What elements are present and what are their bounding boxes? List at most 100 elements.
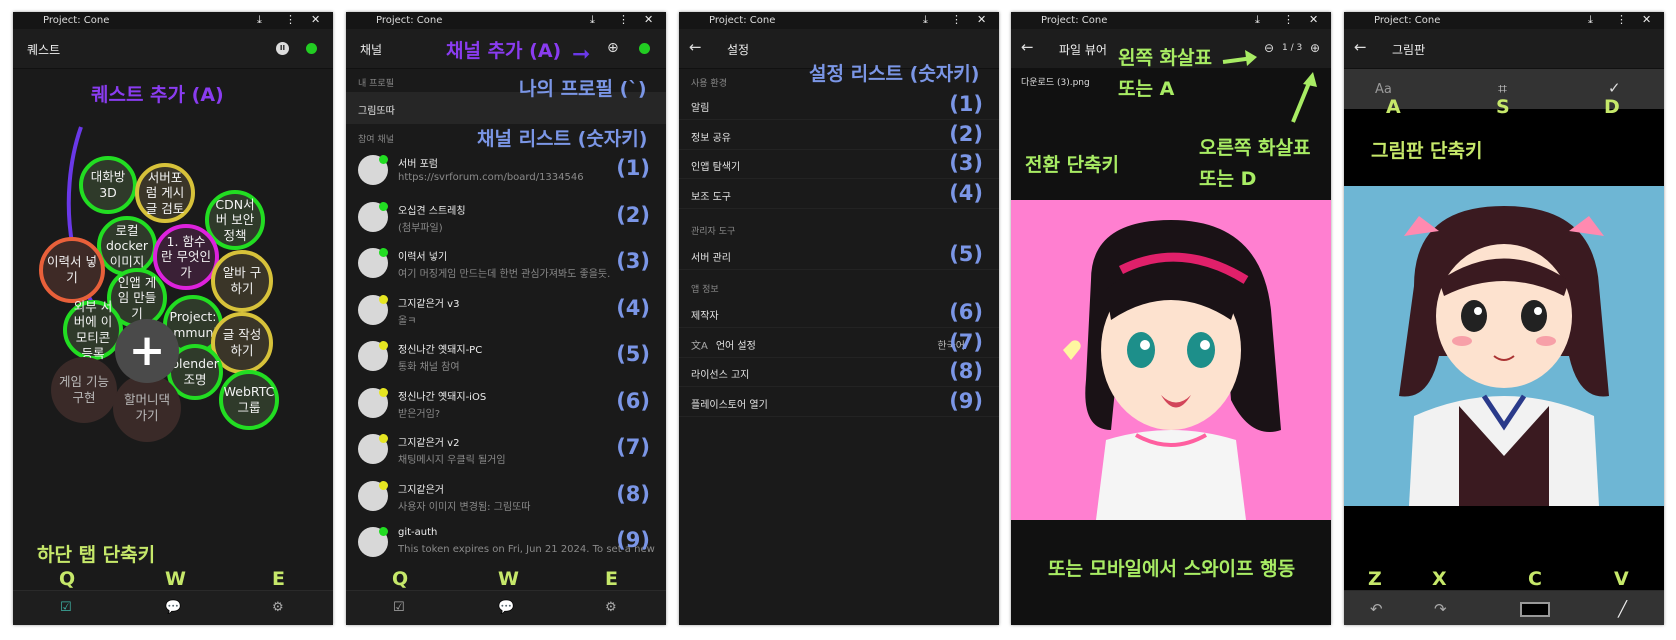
quest-bubble[interactable]: 1. 함수란 무엇인가 bbox=[153, 224, 219, 290]
app-title: Project: Cone bbox=[1041, 15, 1108, 26]
back-arrow-icon[interactable]: ← bbox=[689, 38, 702, 56]
settings-row[interactable]: 플레이스토어 열기 (9) bbox=[679, 387, 999, 417]
status-indicator bbox=[306, 43, 317, 54]
channel-row[interactable]: 서버 포럼 https://svrforum.com/board/1334546 (… bbox=[346, 148, 666, 194]
settings-row[interactable]: 라이선스 고지 (8) bbox=[679, 357, 999, 387]
key-e: E bbox=[272, 568, 285, 590]
text-tool-icon[interactable]: Aa bbox=[1375, 82, 1392, 97]
quest-bubble[interactable]: 대화방 3D bbox=[79, 156, 137, 214]
quest-label: 1. 함수란 무엇인가 bbox=[161, 233, 211, 280]
channel-window: Project: Cone ⤓ ⋮ ✕ 채널 ⊕ 채널 추가 (A) ➞ 내 프… bbox=[346, 12, 666, 625]
channel-shortcut: (6) bbox=[616, 388, 650, 413]
back-arrow-icon[interactable]: ← bbox=[1021, 38, 1034, 56]
settings-row[interactable]: 제작자 (6) bbox=[679, 298, 999, 328]
channel-last-message: 받은거임? bbox=[398, 408, 441, 420]
quest-bubble[interactable]: 이력서 넣기 bbox=[39, 237, 105, 303]
pen-icon[interactable]: ╱ bbox=[1618, 600, 1627, 618]
more-icon[interactable]: ⋮ bbox=[618, 13, 629, 26]
channel-row[interactable]: 그지같은거 v3 올ㅋ (4) bbox=[346, 288, 666, 334]
channel-row[interactable]: git-auth This token expires on Fri, Jun 2… bbox=[346, 520, 666, 566]
redo-icon[interactable]: ↷ bbox=[1434, 600, 1447, 618]
channel-shortcut: (9) bbox=[616, 528, 650, 552]
paint-canvas-image[interactable] bbox=[1344, 186, 1664, 506]
more-icon[interactable]: ⋮ bbox=[1283, 13, 1294, 26]
more-icon[interactable]: ⋮ bbox=[951, 13, 962, 26]
close-icon[interactable]: ✕ bbox=[644, 13, 653, 26]
channel-row[interactable]: 그지같은거 v2 채팅메시지 우클릭 될거임 (7) bbox=[346, 427, 666, 473]
more-icon[interactable]: ⋮ bbox=[285, 13, 296, 26]
quest-bubble[interactable]: 로컬 docker 이미지 bbox=[97, 216, 157, 276]
download-icon[interactable]: ⤓ bbox=[1588, 13, 1593, 27]
annotation-channel-list: 채널 리스트 (숫자키) bbox=[477, 128, 648, 150]
channel-last-message: https://svrforum.com/board/1334546 bbox=[398, 172, 584, 183]
channel-avatar bbox=[358, 248, 388, 278]
quest-bubble[interactable]: 서버포럼 게시글 검토 bbox=[135, 163, 195, 223]
settings-tab-icon[interactable]: ⚙ bbox=[605, 600, 617, 615]
undo-icon[interactable]: ↶ bbox=[1370, 600, 1383, 618]
key-c: C bbox=[1528, 568, 1542, 590]
channel-name: 정신나간 옛돼지-iOS bbox=[398, 391, 487, 403]
quest-label: CDN서버 보안 정책 bbox=[215, 196, 255, 243]
channel-row[interactable]: 정신나간 옛돼지-iOS 받은거임? (6) bbox=[346, 381, 666, 427]
quest-tab-icon[interactable]: ☑ bbox=[393, 600, 405, 615]
quest-bubble[interactable]: 외부 서버에 이모티콘 등록 bbox=[63, 298, 123, 361]
settings-tab-icon[interactable]: ⚙ bbox=[272, 600, 284, 615]
channel-row[interactable]: 정신나간 옛돼지-PC 통화 채널 참여 (5) bbox=[346, 334, 666, 380]
status-indicator bbox=[639, 43, 650, 54]
quest-label: 외부 서버에 이모티콘 등록 bbox=[73, 298, 113, 361]
titlebar: Project: Cone ⤓ ⋮ ✕ bbox=[679, 12, 999, 29]
quest-label: 서버포럼 게시글 검토 bbox=[145, 169, 185, 216]
quest-bubble[interactable]: 알바 구하기 bbox=[211, 250, 273, 312]
settings-row[interactable]: 서버 관리 (5) bbox=[679, 240, 999, 270]
channel-row[interactable]: 이력서 넣기 여기 머징게임 만드는데 한번 관심가져봐도 좋을듯. (3) bbox=[346, 241, 666, 287]
annotation-left-arrow: 왼쪽 화살표 bbox=[1118, 47, 1213, 69]
download-icon[interactable]: ⤓ bbox=[923, 13, 928, 27]
settings-row[interactable]: 보조 도구 (4) bbox=[679, 179, 999, 209]
channel-name: 정신나간 옛돼지-PC bbox=[398, 345, 483, 356]
section-admin: 관리자 도구 bbox=[679, 218, 999, 240]
download-icon[interactable]: ⤓ bbox=[257, 13, 262, 27]
quest-tab-icon[interactable]: ☑ bbox=[60, 600, 72, 615]
chat-tab-icon[interactable]: 💬 bbox=[498, 600, 514, 615]
next-page-icon[interactable]: ⊕ bbox=[1310, 41, 1320, 55]
chat-tab-icon[interactable]: 💬 bbox=[165, 600, 181, 615]
settings-shortcut: (3) bbox=[949, 151, 983, 175]
more-icon[interactable]: ⋮ bbox=[1616, 13, 1627, 26]
close-icon[interactable]: ✕ bbox=[1309, 13, 1318, 26]
quest-bubble[interactable]: 게임 기능 구현 bbox=[51, 357, 117, 423]
profile-name: 그림또따 bbox=[358, 106, 395, 117]
add-quest-button[interactable]: + bbox=[115, 319, 179, 383]
titlebar: Project: Cone ⤓ ⋮ ✕ bbox=[13, 12, 333, 29]
close-icon[interactable]: ✕ bbox=[1642, 13, 1651, 26]
channel-row[interactable]: 오십견 스트레칭 (첨부파일) (2) bbox=[346, 195, 666, 241]
pause-icon[interactable]: II bbox=[276, 42, 289, 55]
channel-name: 서버 포럼 bbox=[398, 159, 438, 170]
add-channel-icon[interactable]: ⊕ bbox=[607, 40, 619, 56]
download-icon[interactable]: ⤓ bbox=[590, 13, 595, 27]
channel-row[interactable]: 그지같은거 사용자 이미지 변경됨: 그림또따 (8) bbox=[346, 474, 666, 520]
confirm-icon[interactable]: ✓ bbox=[1608, 79, 1621, 97]
close-icon[interactable]: ✕ bbox=[311, 13, 320, 26]
paint-header: ← 그림판 bbox=[1344, 29, 1664, 69]
quest-bubble[interactable]: WebRTC 그룹 bbox=[219, 370, 279, 430]
key-q: Q bbox=[59, 568, 76, 590]
settings-shortcut: (9) bbox=[949, 388, 983, 413]
status-dot bbox=[379, 341, 388, 350]
page-title: 설정 bbox=[727, 43, 750, 57]
settings-row[interactable]: 인앱 탐색기 (3) bbox=[679, 149, 999, 179]
quest-bubble[interactable]: 할머니댁 가기 bbox=[113, 374, 181, 442]
settings-row[interactable]: 정보 공유 (2) bbox=[679, 120, 999, 150]
settings-row[interactable]: 文A 언어 설정 한국어 (7) bbox=[679, 328, 999, 358]
quest-label: 게임 기능 구현 bbox=[59, 374, 109, 405]
key-w: W bbox=[165, 568, 186, 590]
prev-page-icon[interactable]: ⊖ bbox=[1264, 41, 1274, 55]
app-title: Project: Cone bbox=[376, 15, 443, 26]
settings-row[interactable]: 알림 (1) bbox=[679, 90, 999, 120]
status-dot bbox=[379, 480, 388, 490]
back-arrow-icon[interactable]: ← bbox=[1354, 38, 1367, 56]
close-icon[interactable]: ✕ bbox=[977, 13, 986, 26]
channel-avatar bbox=[358, 341, 388, 371]
status-dot bbox=[379, 155, 388, 164]
color-swatch[interactable] bbox=[1520, 602, 1550, 617]
download-icon[interactable]: ⤓ bbox=[1255, 13, 1260, 27]
